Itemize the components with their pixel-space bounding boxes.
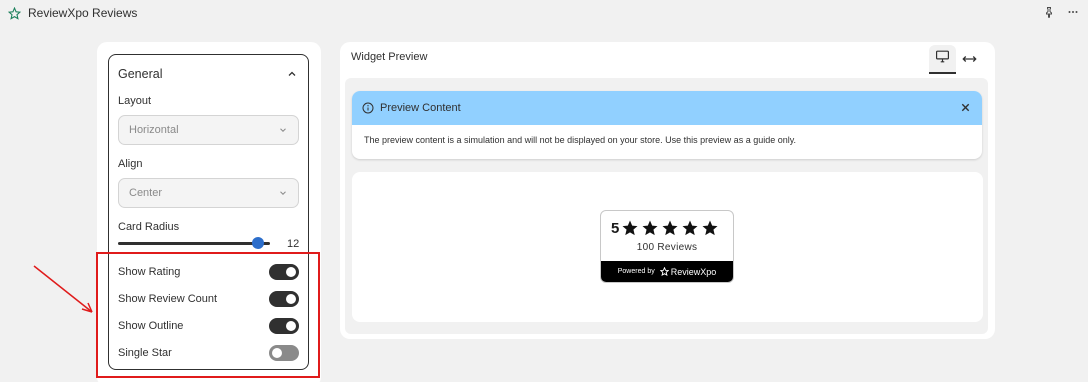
powered-by-text: Powered by bbox=[617, 268, 655, 275]
card-radius-label: Card Radius bbox=[118, 221, 180, 233]
general-section-header[interactable]: General bbox=[118, 66, 298, 82]
fullwidth-icon bbox=[962, 51, 977, 69]
banner-text: The preview content is a simulation and … bbox=[364, 135, 797, 145]
app-titlebar: ReviewXpo Reviews bbox=[0, 0, 1088, 26]
star-icon bbox=[621, 219, 639, 237]
card-radius-slider-thumb[interactable] bbox=[251, 237, 264, 249]
more-horizontal-icon[interactable] bbox=[1066, 5, 1080, 19]
star-icon bbox=[701, 219, 719, 237]
preview-canvas: Preview Content The preview content is a… bbox=[345, 78, 988, 334]
align-select-value: Center bbox=[129, 187, 163, 199]
star-icon bbox=[681, 219, 699, 237]
star-icon bbox=[641, 219, 659, 237]
section-title: General bbox=[118, 67, 163, 81]
card-radius-value: 12 bbox=[287, 238, 300, 250]
app-title: ReviewXpo Reviews bbox=[28, 6, 138, 20]
star-outline-icon bbox=[8, 6, 21, 20]
align-select[interactable]: Center bbox=[118, 178, 299, 208]
align-label: Align bbox=[118, 158, 143, 170]
widget-preview-card: Widget Preview Preview Content The previ… bbox=[340, 42, 995, 339]
annotation-highlight-box bbox=[96, 252, 320, 378]
brand-star-icon bbox=[659, 263, 670, 281]
star-icon bbox=[661, 219, 679, 237]
pin-icon[interactable] bbox=[1042, 5, 1056, 19]
banner-title: Preview Content bbox=[380, 102, 461, 114]
chevron-up-icon[interactable] bbox=[286, 68, 298, 80]
desktop-view-button[interactable] bbox=[929, 45, 956, 74]
desktop-icon bbox=[935, 50, 950, 68]
card-radius-slider-track[interactable] bbox=[118, 242, 270, 245]
review-count: 100 Reviews bbox=[636, 242, 698, 253]
layout-select-value: Horizontal bbox=[129, 124, 179, 136]
widget-score: 5 bbox=[611, 219, 620, 237]
info-icon bbox=[362, 102, 374, 114]
brand-name: ReviewXpo bbox=[670, 266, 717, 277]
powered-by-footer: Powered by ReviewXpo bbox=[601, 261, 733, 282]
review-widget: 5 100 Reviews Powered by ReviewXpo bbox=[600, 210, 734, 283]
chevron-down-icon bbox=[278, 125, 288, 135]
fullwidth-view-button[interactable] bbox=[956, 45, 983, 74]
chevron-down-icon bbox=[278, 188, 288, 198]
close-icon[interactable] bbox=[960, 102, 972, 114]
preview-title: Widget Preview bbox=[351, 51, 428, 63]
annotation-arrow bbox=[33, 265, 93, 313]
layout-label: Layout bbox=[118, 95, 152, 107]
preview-info-banner: Preview Content The preview content is a… bbox=[352, 91, 982, 159]
layout-select[interactable]: Horizontal bbox=[118, 115, 299, 145]
view-mode-toggle bbox=[929, 45, 983, 74]
widget-preview-area: 5 100 Reviews Powered by ReviewXpo bbox=[352, 172, 983, 322]
rating-stars bbox=[621, 219, 719, 237]
